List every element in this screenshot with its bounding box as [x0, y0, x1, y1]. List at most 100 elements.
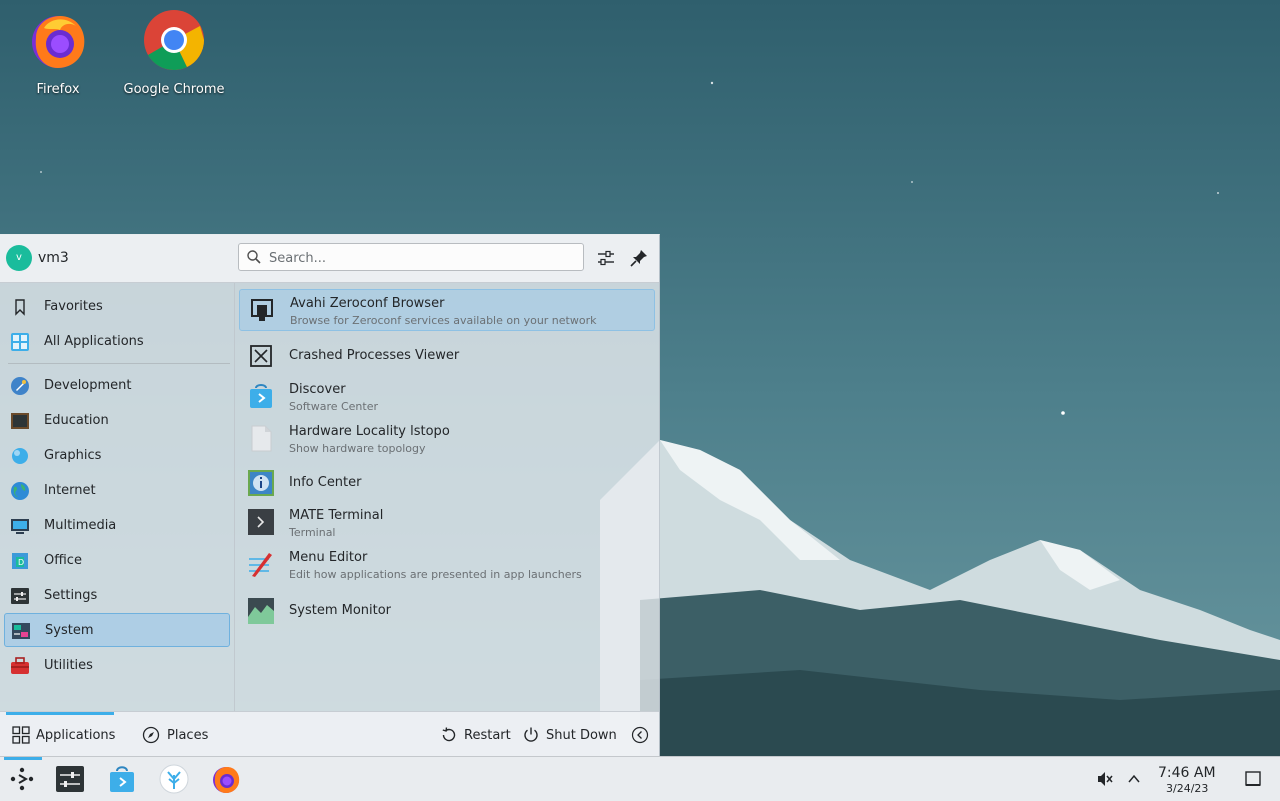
chevron-left-icon — [631, 726, 649, 744]
launcher-header: v vm3 — [0, 235, 659, 283]
app-name: System Monitor — [289, 603, 392, 618]
search-input[interactable] — [267, 247, 576, 269]
education-icon — [11, 413, 29, 429]
app-item-hardware-locality-lstopo[interactable]: Hardware Locality lstopo Show hardware t… — [239, 418, 655, 460]
firefox-taskbar-icon[interactable] — [210, 763, 242, 795]
compass-icon — [142, 726, 160, 744]
category-multimedia[interactable]: Multimedia — [4, 509, 230, 543]
app-item-info-center[interactable]: Info Center — [239, 465, 655, 501]
search-icon — [247, 250, 261, 264]
avatar[interactable]: v — [6, 245, 32, 271]
category-graphics[interactable]: Graphics — [4, 439, 230, 473]
utilities-icon — [11, 657, 29, 674]
app-description: Browse for Zeroconf services available o… — [290, 314, 597, 327]
app-item-menu-editor[interactable]: Menu Editor Edit how applications are pr… — [239, 544, 655, 586]
terminal-icon — [248, 509, 274, 535]
category-internet[interactable]: Internet — [4, 474, 230, 508]
multimedia-icon — [11, 519, 29, 534]
restart-button[interactable]: Restart — [438, 712, 514, 758]
category-label: Graphics — [44, 448, 102, 463]
network-browser-icon — [251, 299, 273, 321]
info-center-icon — [248, 470, 274, 496]
chrome-icon — [144, 10, 204, 70]
category-all-applications[interactable]: All Applications — [4, 325, 230, 359]
category-settings[interactable]: Settings — [4, 579, 230, 613]
development-icon — [11, 377, 29, 395]
shutdown-button[interactable]: Shut Down — [520, 712, 620, 758]
category-education[interactable]: Education — [4, 404, 230, 438]
firefox-icon — [32, 16, 85, 68]
username: vm3 — [38, 250, 69, 266]
app-name: Crashed Processes Viewer — [289, 348, 460, 363]
applications-grid-icon — [12, 726, 30, 744]
category-label: Office — [44, 553, 82, 568]
tab-label: Applications — [36, 728, 116, 743]
category-label: Development — [44, 378, 132, 393]
discover-taskbar-icon[interactable] — [106, 763, 138, 795]
app-name: Discover — [289, 382, 346, 397]
search-box[interactable] — [238, 243, 584, 271]
category-label: Utilities — [44, 658, 93, 673]
kde-taskbar-icon[interactable] — [158, 763, 190, 795]
app-name: Avahi Zeroconf Browser — [290, 296, 445, 311]
category-label: Education — [44, 413, 109, 428]
app-description: Show hardware topology — [289, 442, 426, 455]
crash-viewer-icon — [250, 345, 272, 367]
clock-date[interactable]: 3/24/23 — [1166, 782, 1208, 795]
desktop-icon-google-chrome[interactable]: Google Chrome — [119, 8, 229, 97]
category-label: System — [45, 623, 94, 638]
grid-icon — [11, 333, 29, 351]
tab-applications[interactable]: Applications — [6, 712, 116, 758]
application-list: Avahi Zeroconf Browser Browse for Zeroco… — [236, 283, 659, 711]
active-tab-indicator — [6, 712, 114, 715]
category-label: Favorites — [44, 299, 103, 314]
system-monitor-icon — [248, 598, 274, 624]
category-favorites[interactable]: Favorites — [4, 290, 230, 324]
app-name: Hardware Locality lstopo — [289, 424, 450, 439]
graphics-icon — [12, 448, 28, 464]
desktop-icon-label: Google Chrome — [123, 82, 225, 97]
document-icon — [251, 425, 272, 452]
internet-icon — [11, 482, 29, 500]
svg-text:D: D — [18, 558, 24, 567]
chevron-up-icon[interactable] — [1126, 771, 1142, 787]
app-item-crashed-processes-viewer[interactable]: Crashed Processes Viewer — [239, 338, 655, 374]
application-launcher-button[interactable] — [6, 763, 38, 795]
pin-icon[interactable] — [628, 247, 650, 269]
app-description: Edit how applications are presented in a… — [289, 568, 582, 581]
bookmark-icon — [15, 299, 25, 316]
volume-muted-icon[interactable] — [1096, 770, 1114, 788]
discover-icon — [250, 384, 272, 408]
button-label: Shut Down — [546, 728, 617, 743]
show-desktop-icon[interactable] — [1244, 770, 1262, 788]
launcher-active-indicator — [4, 757, 42, 760]
app-item-discover[interactable]: Discover Software Center — [239, 376, 655, 418]
application-launcher: v vm3 Favorites — [0, 234, 660, 758]
sidebar-divider — [8, 363, 230, 364]
restart-icon — [442, 727, 456, 742]
category-label: Settings — [44, 588, 98, 603]
category-label: Internet — [44, 483, 96, 498]
system-icon — [12, 623, 30, 639]
tab-places[interactable]: Places — [138, 712, 218, 758]
power-icon — [524, 727, 538, 742]
system-settings-taskbar-icon[interactable] — [54, 763, 86, 795]
app-item-avahi-zeroconf-browser[interactable]: Avahi Zeroconf Browser Browse for Zeroco… — [239, 289, 655, 331]
clock-time[interactable]: 7:46 AM — [1158, 765, 1216, 781]
category-development[interactable]: Development — [4, 369, 230, 403]
app-item-mate-terminal[interactable]: MATE Terminal Terminal — [239, 502, 655, 544]
desktop-icon-label: Firefox — [36, 82, 80, 97]
configure-icon[interactable] — [595, 247, 617, 269]
button-label: Restart — [464, 728, 511, 743]
category-utilities[interactable]: Utilities — [4, 649, 230, 683]
settings-icon — [11, 588, 29, 604]
office-icon: D — [12, 553, 28, 569]
desktop-icon-firefox[interactable]: Firefox — [3, 8, 113, 97]
category-system[interactable]: System — [4, 613, 230, 647]
category-office[interactable]: D Office — [4, 544, 230, 578]
app-name: Info Center — [289, 475, 362, 490]
app-item-system-monitor[interactable]: System Monitor — [239, 593, 655, 629]
leave-options-button[interactable] — [630, 712, 652, 758]
app-description: Terminal — [289, 526, 336, 539]
category-label: All Applications — [44, 334, 144, 349]
